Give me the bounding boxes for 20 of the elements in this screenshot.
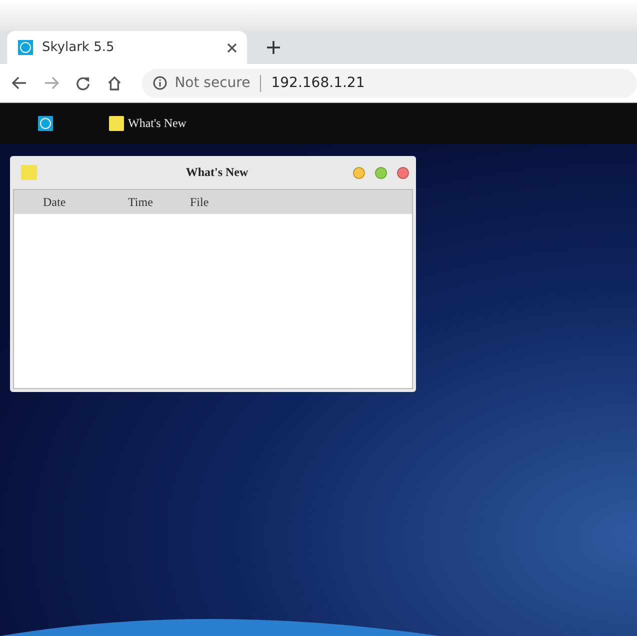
circle-icon — [18, 40, 33, 55]
close-button[interactable] — [397, 166, 409, 178]
sticky-note-icon — [21, 165, 37, 180]
back-icon[interactable] — [12, 76, 27, 90]
column-header[interactable]: File — [190, 194, 209, 210]
taskbar-app[interactable]: What's New — [109, 116, 186, 131]
plus-icon[interactable] — [267, 41, 280, 54]
reload-icon[interactable] — [76, 76, 90, 90]
column-header[interactable]: Date — [43, 194, 66, 210]
column-header[interactable]: Time — [128, 194, 153, 210]
address-bar[interactable]: Not secure 192.168.1.21 — [142, 68, 637, 98]
home-icon[interactable] — [106, 75, 122, 91]
sticky-note-icon — [109, 116, 124, 131]
close-icon[interactable] — [227, 42, 237, 52]
security-label: Not secure — [174, 75, 250, 91]
info-icon — [152, 76, 167, 90]
window-title: What's New — [186, 165, 248, 180]
url-text: 192.168.1.21 — [271, 75, 365, 91]
browser-tab[interactable]: Skylark 5.5 — [7, 31, 247, 64]
launcher-icon[interactable] — [38, 116, 53, 131]
